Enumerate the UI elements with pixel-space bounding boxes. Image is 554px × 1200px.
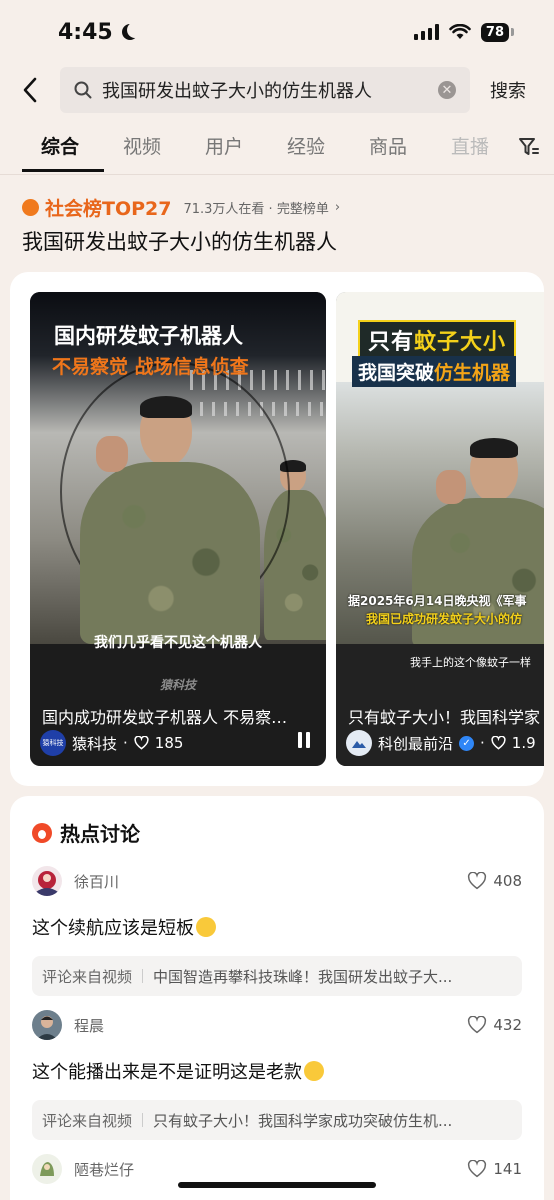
battery-tip — [511, 28, 514, 36]
filter-icon[interactable] — [518, 136, 540, 162]
clear-icon[interactable]: ✕ — [438, 81, 456, 99]
author-name[interactable]: 科创最前沿 — [378, 733, 453, 754]
hot-discussion-header: 热点讨论 — [32, 818, 140, 847]
rank-title: 社会榜TOP27 — [45, 198, 172, 220]
comment-author[interactable]: 程晨 — [74, 1015, 104, 1036]
back-button[interactable] — [0, 66, 60, 114]
status-time: 4:45 — [58, 19, 113, 45]
heart-icon — [468, 1016, 487, 1034]
hot-discussion-panel: 热点讨论 徐百川 408 这个续航应该是短板 评论来自视频 中国智造再攀科技珠峰… — [10, 796, 544, 1200]
video-thumbnail: 只有蚊子大小 我国突破仿生机器 据2025年6月14日晚央视《军事 我国已成功研… — [336, 292, 544, 644]
search-query[interactable]: 我国研发出蚊子大小的仿生机器人 — [102, 77, 428, 103]
like-count: 141 — [493, 1160, 522, 1178]
tab-experience[interactable]: 经验 — [268, 124, 350, 174]
comment-author[interactable]: 陋巷烂仔 — [74, 1159, 134, 1180]
like-button[interactable]: 408 — [467, 872, 522, 890]
comment-item[interactable]: 陋巷烂仔 141 — [32, 1154, 522, 1184]
laughing-emoji-icon — [196, 917, 216, 937]
home-indicator[interactable] — [178, 1182, 376, 1188]
video-meta: 科创最前沿 ✓ · 1.9 — [346, 730, 536, 756]
overlay-subtitle: 我国突破仿生机器 — [352, 356, 517, 387]
divider — [142, 1113, 144, 1127]
signal-icon — [413, 24, 439, 40]
heart-icon — [491, 736, 506, 750]
avatar[interactable] — [32, 866, 62, 896]
rank-meta[interactable]: 71.3万人在看 · 完整榜单 — [183, 198, 328, 217]
status-bar: 4:45 78 — [0, 0, 554, 64]
video-meta: 猿科技 猿科技 · 185 — [40, 730, 183, 756]
source-video-title[interactable]: 中国智造再攀科技珠峰！我国研发出蚊子大... — [153, 966, 452, 987]
tab-all[interactable]: 综合 — [22, 124, 104, 174]
comment-source[interactable]: 评论来自视频 中国智造再攀科技珠峰！我国研发出蚊子大... — [32, 956, 522, 996]
video-card[interactable]: 只有蚊子大小 我国突破仿生机器 据2025年6月14日晚央视《军事 我国已成功研… — [336, 292, 544, 766]
comment-source[interactable]: 评论来自视频 只有蚊子大小！我国科学家成功突破仿生机... — [32, 1100, 522, 1140]
battery-level: 78 — [480, 22, 509, 42]
tab-goods[interactable]: 商品 — [350, 124, 432, 174]
video-title[interactable]: 只有蚊子大小！我国科学家 — [348, 704, 544, 728]
hot-discussion-title: 热点讨论 — [60, 822, 140, 846]
search-button[interactable]: 搜索 — [490, 77, 526, 103]
like-button[interactable]: 141 — [467, 1160, 522, 1178]
pause-icon[interactable] — [298, 732, 310, 748]
overlay-subtitle: 不易察觉 战场信息侦查 — [52, 356, 249, 378]
tab-bar: 综合 视频 用户 经验 商品 直播 — [0, 124, 554, 174]
author-avatar[interactable]: 猿科技 — [40, 730, 66, 756]
avatar[interactable] — [32, 1010, 62, 1040]
heart-icon — [468, 872, 487, 890]
verified-icon: ✓ — [459, 735, 475, 751]
video-carousel[interactable]: 国内研发蚊子机器人 不易察觉 战场信息侦查 我们几乎看不见这个机器人 猿科技 国… — [10, 272, 544, 786]
chevron-right-icon: › — [334, 200, 341, 215]
source-label: 评论来自视频 — [42, 967, 133, 986]
wifi-icon — [449, 24, 471, 40]
meta-separator: · — [123, 734, 128, 752]
chevron-left-icon — [23, 77, 37, 103]
overlay-title: 只有蚊子大小 — [358, 320, 517, 360]
divider — [142, 969, 144, 983]
tab-live[interactable]: 直播 — [432, 124, 514, 174]
source-label: 评论来自视频 — [42, 1111, 133, 1130]
heart-icon — [468, 1160, 487, 1178]
like-count: 185 — [154, 734, 184, 752]
video-thumbnail: 国内研发蚊子机器人 不易察觉 战场信息侦查 — [30, 292, 326, 644]
comment-text: 这个能播出来是不是证明这是老款 — [32, 1058, 522, 1084]
grinning-emoji-icon — [304, 1061, 324, 1081]
heart-icon — [134, 736, 149, 750]
search-input[interactable]: 我国研发出蚊子大小的仿生机器人 ✕ — [60, 67, 470, 113]
topic-title: 我国研发出蚊子大小的仿生机器人 — [22, 230, 337, 254]
comment-item[interactable]: 徐百川 408 这个续航应该是短板 评论来自视频 中国智造再攀科技珠峰！我国研发… — [32, 866, 522, 996]
like-count: 408 — [493, 872, 522, 890]
meta-separator: · — [480, 734, 485, 752]
like-count: 432 — [493, 1016, 522, 1034]
search-icon — [74, 81, 92, 99]
video-card[interactable]: 国内研发蚊子机器人 不易察觉 战场信息侦查 我们几乎看不见这个机器人 猿科技 国… — [30, 292, 326, 766]
moon-icon — [127, 22, 143, 38]
comment-author[interactable]: 徐百川 — [74, 871, 119, 892]
rank-line[interactable]: 社会榜TOP27 71.3万人在看 · 完整榜单 › — [22, 194, 340, 221]
avatar[interactable] — [32, 1154, 62, 1184]
comment-item[interactable]: 程晨 432 这个能播出来是不是证明这是老款 评论来自视频 只有蚊子大小！我国科… — [32, 1010, 522, 1140]
comment-text: 这个续航应该是短板 — [32, 914, 522, 940]
video-caption: 据2025年6月14日晚央视《军事 — [348, 594, 527, 608]
tab-user[interactable]: 用户 — [186, 124, 268, 174]
flame-icon — [32, 822, 52, 843]
author-avatar[interactable] — [346, 730, 372, 756]
video-caption: 我国已成功研发蚊子大小的仿 — [366, 612, 523, 626]
author-name[interactable]: 猿科技 — [72, 733, 117, 754]
like-button[interactable]: 432 — [467, 1016, 522, 1034]
video-caption: 我手上的这个像蚊子一样 — [410, 656, 531, 669]
overlay-title: 国内研发蚊子机器人 — [54, 324, 243, 348]
source-video-title[interactable]: 只有蚊子大小！我国科学家成功突破仿生机... — [153, 1110, 452, 1131]
main-soldier — [70, 396, 270, 644]
search-row: 我国研发出蚊子大小的仿生机器人 ✕ 搜索 — [0, 66, 554, 114]
status-icons: 78 — [413, 22, 514, 42]
tabs-divider — [0, 174, 554, 175]
rank-dot-icon — [22, 199, 39, 216]
like-count: 1.9 — [511, 734, 536, 752]
video-title[interactable]: 国内成功研发蚊子机器人 不易察… — [42, 704, 310, 728]
video-watermark: 猿科技 — [159, 678, 196, 692]
tab-video[interactable]: 视频 — [104, 124, 186, 174]
video-caption: 我们几乎看不见这个机器人 — [94, 635, 262, 651]
